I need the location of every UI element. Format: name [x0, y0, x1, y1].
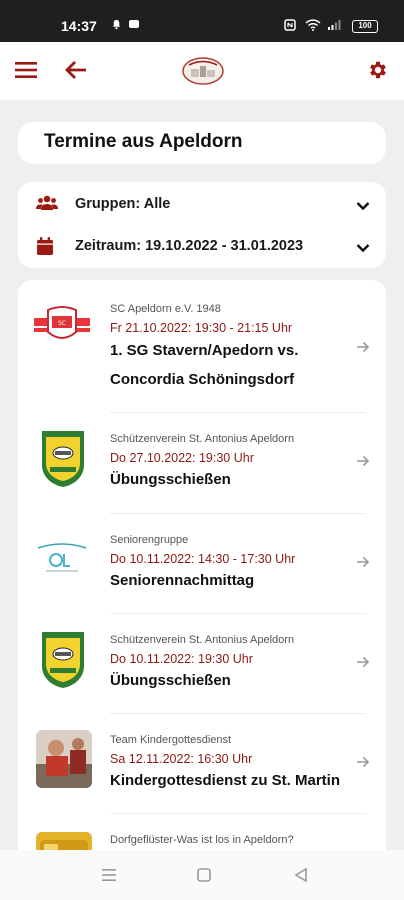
event-organizer: Team Kindergottesdienst [110, 734, 232, 746]
chevron-down-icon [356, 198, 370, 216]
event-date: Do 27.10.2022: 19:30 Uhr [110, 451, 254, 465]
event-organizer: Schützenverein St. Antonius Apeldorn [110, 634, 295, 646]
status-bar: 14:37 100 [0, 0, 404, 42]
event-item[interactable]: SC SC Apeldorn e.V. 1948 Fr 21.10.2022: … [18, 280, 386, 412]
event-date: Fr 21.10.2022: 19:30 - 21:15 Uhr [110, 321, 293, 335]
period-filter-label: Zeitraum: 19.10.2022 - 31.01.2023 [75, 238, 304, 254]
arrow-right-icon [356, 755, 370, 769]
event-organizer: Seniorengruppe [110, 534, 189, 546]
event-date: Sa 12.11.2022: 16:30 Uhr [110, 752, 253, 766]
home-icon[interactable] [196, 867, 212, 888]
event-title-line-1: 1. SG Stavern/Apedorn vs. [110, 342, 299, 359]
users-icon [36, 195, 58, 213]
event-organizer: Dorfgeflüster-Was ist los in Apeldorn? [110, 834, 294, 846]
wifi-icon [305, 19, 321, 34]
event-date: Do 10.11.2022: 14:30 - 17:30 Uhr [110, 552, 296, 566]
schuetzenverein-crest-image [40, 630, 86, 690]
arrow-right-icon [356, 655, 370, 669]
nfc-icon [284, 19, 296, 34]
back-triangle-icon[interactable] [293, 867, 309, 888]
system-nav-bar [0, 850, 404, 900]
arrow-right-icon [356, 340, 370, 354]
event-date: Do 10.11.2022: 19:30 Uhr [110, 652, 253, 666]
event-organizer: Schützenverein St. Antonius Apeldorn [110, 433, 295, 445]
event-title-line-2: Concordia Schöningsdorf [110, 371, 295, 388]
battery-icon: 100 [352, 20, 378, 33]
status-time: 14:37 [61, 18, 97, 34]
event-title: Seniorennachmittag [110, 572, 255, 589]
calendar-icon [37, 237, 57, 255]
event-title: Übungsschießen [110, 471, 231, 488]
sc-apeldorn-crest-image: SC [34, 302, 90, 350]
filter-card: Gruppen: Alle Zeitraum: 19.10.2022 - 31.… [18, 182, 386, 268]
signal-icon [327, 19, 341, 34]
event-organizer: SC Apeldorn e.V. 1948 [110, 303, 221, 315]
page-title: Termine aus Apeldorn [44, 131, 243, 152]
recents-icon[interactable] [101, 867, 117, 888]
event-item[interactable]: Team Kindergottesdienst Sa 12.11.2022: 1… [18, 714, 386, 814]
groups-filter[interactable]: Gruppen: Alle [18, 184, 386, 224]
notification-bell-icon [111, 19, 122, 33]
event-item[interactable]: Schützenverein St. Antonius Apeldorn Do … [18, 614, 386, 714]
event-list: SC SC Apeldorn e.V. 1948 Fr 21.10.2022: … [18, 280, 386, 900]
arrow-left-icon[interactable] [60, 54, 92, 86]
schuetzenverein-crest-image [40, 429, 86, 489]
seniorengruppe-logo-image [34, 540, 90, 576]
event-item[interactable]: Schützenverein St. Antonius Apeldorn Do … [18, 413, 386, 513]
arrow-right-icon [356, 454, 370, 468]
event-title: Übungsschießen [110, 672, 231, 689]
event-title: Kindergottesdienst zu St. Martin [110, 772, 341, 789]
event-item[interactable]: Seniorengruppe Do 10.11.2022: 14:30 - 17… [18, 514, 386, 614]
svg-text:SC: SC [58, 320, 66, 327]
groups-filter-label: Gruppen: Alle [75, 196, 171, 212]
message-icon [128, 19, 140, 33]
period-filter[interactable]: Zeitraum: 19.10.2022 - 31.01.2023 [18, 228, 386, 268]
hamburger-menu-icon[interactable] [10, 54, 42, 86]
apeldorn-logo [181, 56, 225, 86]
gear-icon[interactable] [362, 54, 394, 86]
event-title: 1. SG Stavern/Apedorn vs. Concordia Schö… [110, 336, 346, 394]
kindergottesdienst-photo-image [36, 730, 92, 788]
arrow-right-icon [356, 555, 370, 569]
page-title-card: Termine aus Apeldorn [18, 122, 386, 164]
chevron-down-icon [356, 240, 370, 258]
